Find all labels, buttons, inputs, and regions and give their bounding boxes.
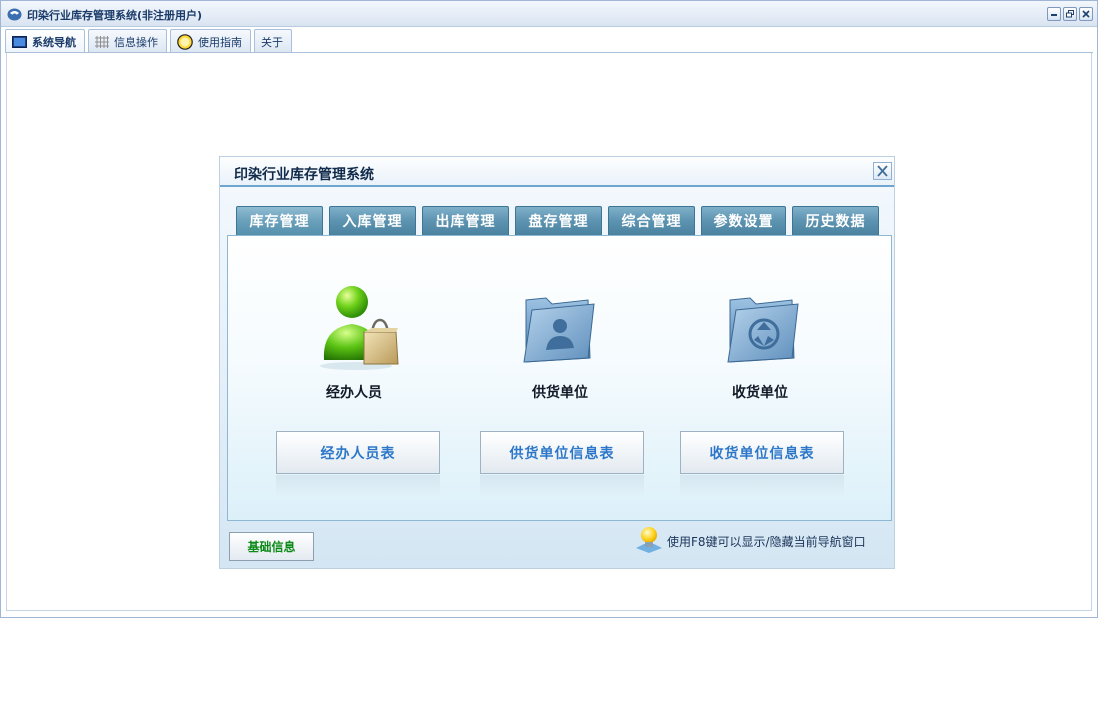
agent-table-button[interactable]: 经办人员表	[276, 431, 440, 474]
tab-label: 系统导航	[32, 35, 76, 49]
restore-icon	[1066, 10, 1074, 18]
dialog-header: 印染行业库存管理系统	[220, 157, 894, 187]
tab-about[interactable]: 关于	[254, 29, 292, 53]
hint-text: 使用F8键可以显示/隐藏当前导航窗口	[667, 534, 866, 549]
dialog-title: 印染行业库存管理系统	[234, 167, 374, 183]
item-label-supplier: 供货单位	[532, 385, 588, 401]
close-button[interactable]	[1079, 7, 1093, 21]
tab-label: 关于	[261, 35, 283, 49]
folder-recycle-icon[interactable]	[724, 292, 800, 366]
minimize-button[interactable]	[1047, 7, 1061, 21]
monitor-icon	[12, 35, 27, 48]
tab-parameter-settings[interactable]: 参数设置	[701, 206, 786, 235]
window-title: 印染行业库存管理系统(非注册用户)	[27, 9, 203, 22]
tab-inventory-management[interactable]: 库存管理	[236, 206, 323, 235]
tab-stock-in-management[interactable]: 入库管理	[329, 206, 416, 235]
tab-history-data[interactable]: 历史数据	[792, 206, 879, 235]
tab-label: 使用指南	[198, 35, 242, 49]
button-reflection	[680, 475, 844, 497]
module-tabs: 库存管理 入库管理 出库管理 盘存管理 综合管理 参数设置 历史数据	[236, 206, 879, 235]
item-label-agent: 经办人员	[326, 385, 382, 401]
main-tab-strip: 系统导航 信息操作 使用指南 关于	[5, 29, 292, 53]
close-icon	[877, 165, 888, 177]
tab-user-guide[interactable]: 使用指南	[170, 29, 251, 53]
tab-general-management[interactable]: 综合管理	[608, 206, 695, 235]
supplier-info-table-button[interactable]: 供货单位信息表	[480, 431, 644, 474]
close-icon	[1082, 10, 1090, 18]
tab-stocktaking-management[interactable]: 盘存管理	[515, 206, 602, 235]
help-circle-icon	[177, 33, 193, 50]
user-bag-icon[interactable]	[318, 284, 400, 370]
folder-user-icon[interactable]	[520, 292, 596, 366]
lightbulb-icon	[636, 527, 662, 553]
consignee-info-table-button[interactable]: 收货单位信息表	[680, 431, 844, 474]
grid-icon	[95, 35, 109, 48]
title-bar: 印染行业库存管理系统(非注册用户)	[1, 1, 1097, 27]
item-label-consignee: 收货单位	[732, 385, 788, 401]
tab-stock-out-management[interactable]: 出库管理	[422, 206, 509, 235]
tab-system-navigation[interactable]: 系统导航	[5, 29, 85, 53]
app-logo-icon	[7, 8, 22, 21]
dialog-close-button[interactable]	[873, 162, 892, 180]
tab-label: 信息操作	[114, 35, 158, 49]
tab-info-operation[interactable]: 信息操作	[88, 29, 167, 53]
basic-info-button[interactable]: 基础信息	[229, 532, 314, 561]
window-controls	[1047, 7, 1093, 21]
module-panel: 经办人员 供货单位 收货单位 经办人员表 供货单位信息表 收货单位信息表	[227, 235, 892, 521]
navigation-dialog: 印染行业库存管理系统 库存管理 入库管理 出库管理 盘存管理 综合管理 参数设置…	[219, 156, 895, 569]
hint-bar: 使用F8键可以显示/隐藏当前导航窗口	[634, 525, 866, 557]
restore-button[interactable]	[1063, 7, 1077, 21]
minimize-icon	[1051, 14, 1057, 16]
button-reflection	[276, 475, 440, 497]
button-reflection	[480, 475, 644, 497]
